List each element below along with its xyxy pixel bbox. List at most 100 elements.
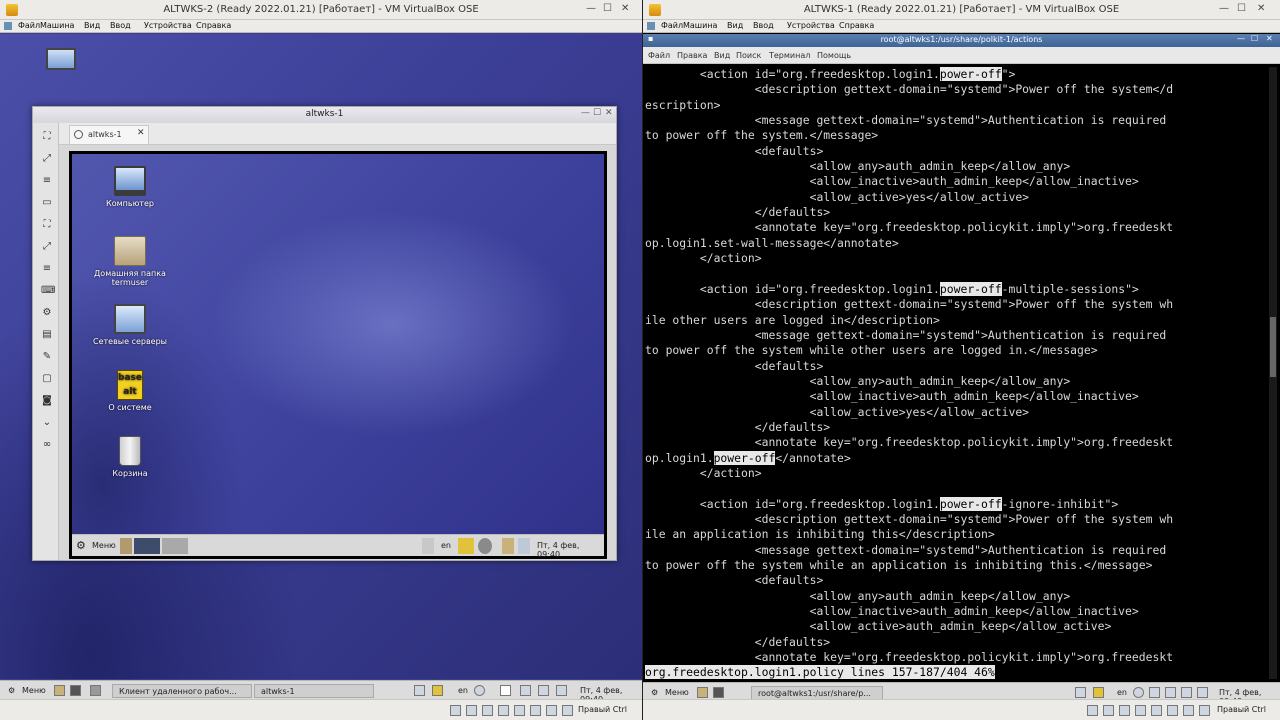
taskbar-item-terminal[interactable]: root@altwks1:/usr/share/p... (751, 686, 883, 700)
display-icon[interactable] (1183, 705, 1194, 716)
shared-folders-icon[interactable] (1167, 705, 1178, 716)
maximize-icon[interactable]: ☐ (603, 3, 612, 14)
network-icon[interactable] (1149, 687, 1160, 698)
tray-icon[interactable] (414, 685, 425, 696)
tray-icon[interactable] (556, 685, 567, 696)
vm-titlebar[interactable]: ALTWKS-2 (Ready 2022.01.21) [Работает] -… (0, 0, 642, 20)
menu-button[interactable]: Меню (659, 686, 695, 700)
scrollbar-thumb[interactable] (1270, 317, 1276, 377)
folder-icon[interactable] (54, 685, 65, 696)
terminal-titlebar[interactable]: ▪ root@altwks1:/usr/share/polkit-1/actio… (643, 34, 1280, 47)
clock[interactable]: Пт, 4 фев, 09:40 (1213, 686, 1280, 706)
resize-icon[interactable]: ⛶ (41, 219, 53, 230)
minimize-icon[interactable]: — (1219, 3, 1229, 14)
menu-devices[interactable]: Устройства (144, 21, 192, 30)
menu-help[interactable]: Справка (839, 21, 874, 30)
tools-icon[interactable]: ✎ (41, 351, 53, 362)
minimize-icon[interactable]: — (581, 108, 590, 118)
minimize-icon[interactable]: — (586, 3, 596, 14)
menu-view[interactable]: Вид (84, 21, 100, 30)
recording-icon[interactable] (562, 705, 573, 716)
clock[interactable]: Пт, 4 фев, 09:40 (574, 684, 642, 704)
terminal-scrollbar[interactable] (1269, 67, 1277, 679)
tray-icon[interactable] (458, 538, 474, 554)
minimize-icon[interactable]: — (1237, 34, 1245, 43)
close-tab-icon[interactable]: ✕ (137, 128, 145, 138)
keyboard-layout[interactable]: en (452, 684, 474, 698)
close-icon[interactable]: ✕ (1266, 34, 1273, 43)
desktop-icon-about[interactable]: base alt О системе (80, 370, 180, 412)
menu-button[interactable]: Меню (16, 684, 52, 698)
taskbar-item-altwks1[interactable]: altwks-1 (254, 684, 374, 698)
audio-icon[interactable] (1119, 705, 1130, 716)
taskbar-item-rdp-client[interactable]: Клиент удаленного рабоч... (112, 684, 252, 698)
tray-icon[interactable] (1075, 687, 1086, 698)
menu-input[interactable]: Ввод (110, 21, 131, 30)
terminal-icon[interactable] (70, 685, 81, 696)
folder-icon[interactable] (120, 538, 132, 554)
desktop-icon-home[interactable]: Домашняя папка termuser (80, 236, 180, 287)
folder-icon[interactable] (697, 687, 708, 698)
audio-icon[interactable] (482, 705, 493, 716)
close-icon[interactable]: ✕ (621, 3, 629, 14)
maximize-icon[interactable]: ☐ (593, 108, 601, 118)
tray-icon[interactable] (502, 538, 514, 554)
menu-button[interactable]: Меню (92, 541, 116, 550)
desktop-icon-computer[interactable]: Компьютер (80, 166, 180, 208)
close-icon[interactable]: ✕ (1257, 3, 1265, 14)
usb-icon[interactable] (514, 705, 525, 716)
volume-icon[interactable] (1133, 687, 1144, 698)
fullscreen-icon[interactable]: ⤢ (41, 153, 53, 164)
menu-search[interactable]: Поиск (736, 51, 761, 60)
menu-machine[interactable]: Машина (683, 21, 717, 30)
menu-view[interactable]: Вид (727, 21, 743, 30)
network-icon[interactable] (1135, 705, 1146, 716)
menu-icon[interactable]: ⚙ (76, 539, 86, 552)
computer-icon[interactable] (46, 48, 76, 70)
tray-icon[interactable] (520, 685, 531, 696)
keyboard-icon[interactable]: ⌨ (41, 285, 55, 296)
close-icon[interactable]: ✕ (605, 108, 613, 118)
menu-icon[interactable]: ≡ (41, 175, 53, 186)
optical-drive-icon[interactable] (1103, 705, 1114, 716)
menu-file[interactable]: Файл (18, 21, 40, 30)
keyboard-layout[interactable]: en (1111, 686, 1133, 700)
network-icon[interactable] (500, 685, 511, 696)
volume-icon[interactable] (478, 538, 492, 554)
maximize-icon[interactable]: ☐ (1251, 34, 1258, 43)
menu-edit[interactable]: Правка (677, 51, 707, 60)
desktop-icon-network[interactable]: Сетевые серверы (80, 304, 180, 346)
menu-machine[interactable]: Машина (40, 21, 74, 30)
menu-view[interactable]: Вид (714, 51, 730, 60)
menu-file[interactable]: Файл (648, 51, 670, 60)
optical-drive-icon[interactable] (466, 705, 477, 716)
volume-icon[interactable] (474, 685, 485, 696)
terminal-icon[interactable] (713, 687, 724, 698)
tab-altwks1[interactable]: altwks-1 ✕ (69, 125, 149, 144)
clock[interactable]: Пт, 4 фев, 09:40 (537, 541, 604, 559)
remote-window-titlebar[interactable]: altwks-1 — ☐ ✕ (33, 107, 616, 123)
usb-icon[interactable] (1151, 705, 1162, 716)
tray-icon[interactable] (518, 538, 530, 554)
desktop-icon-trash[interactable]: Корзина (80, 436, 180, 478)
monitor-icon[interactable]: ▢ (41, 373, 53, 384)
chevron-down-icon[interactable]: ⌄ (41, 417, 53, 428)
tray-icon[interactable] (1165, 687, 1176, 698)
shared-folders-icon[interactable] (530, 705, 541, 716)
menu-terminal[interactable]: Терминал (769, 51, 810, 60)
camera-icon[interactable]: ◙ (41, 395, 53, 406)
clipboard-icon[interactable]: ▤ (41, 329, 53, 340)
display-icon[interactable] (546, 705, 557, 716)
link-icon[interactable]: ∞ (41, 439, 53, 450)
tray-icon[interactable] (1181, 687, 1192, 698)
remote-screen[interactable]: Компьютер Домашняя папка termuser Сетевы… (69, 151, 607, 559)
menu-file[interactable]: Файл (661, 21, 683, 30)
hdd-icon[interactable] (450, 705, 461, 716)
menu-help[interactable]: Помощь (817, 51, 851, 60)
hdd-icon[interactable] (1087, 705, 1098, 716)
tray-icon[interactable] (422, 538, 434, 554)
terminal-output[interactable]: <action id="org.freedesktop.login1.power… (645, 67, 1265, 679)
network-icon[interactable] (498, 705, 509, 716)
zoom-icon[interactable]: ⤢ (41, 241, 53, 252)
menu-help[interactable]: Справка (196, 21, 231, 30)
